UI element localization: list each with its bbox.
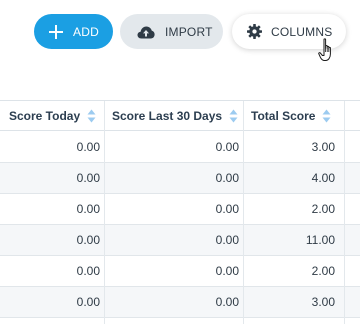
cell-score-today: 0.00 <box>76 264 100 278</box>
cloud-upload-icon <box>137 26 155 38</box>
import-button-label: IMPORT <box>165 24 213 39</box>
add-button-label: ADD <box>73 24 99 39</box>
column-divider <box>243 101 244 324</box>
sort-icon[interactable] <box>87 109 96 123</box>
table-row[interactable]: 0.00 0.00 3.00 <box>0 287 360 318</box>
columns-button-label: COLUMNS <box>271 24 333 39</box>
sort-icon[interactable] <box>229 109 238 123</box>
table-row[interactable]: 0.00 0.00 11.00 <box>0 225 360 256</box>
cell-score-today: 0.00 <box>76 202 100 216</box>
add-button[interactable]: ADD <box>34 14 113 49</box>
column-divider <box>104 101 105 324</box>
plus-icon <box>49 24 63 39</box>
cell-total-score: 11.00 <box>305 233 335 247</box>
cell-score-last-30-days: 0.00 <box>215 171 239 185</box>
table-header-row: Score Today Score Last 30 Days Total Sco… <box>0 101 360 131</box>
column-header-total-score[interactable]: Total Score <box>251 101 331 131</box>
cell-score-today: 0.00 <box>76 233 100 247</box>
cell-score-last-30-days: 0.00 <box>215 264 239 278</box>
column-header-score-today[interactable]: Score Today <box>9 101 96 131</box>
cell-total-score: 3.00 <box>311 295 335 309</box>
hand-pointer-cursor-icon <box>318 38 331 61</box>
cell-score-today: 0.00 <box>76 171 100 185</box>
table-row[interactable]: 0.00 0.00 2.00 <box>0 194 360 225</box>
import-button[interactable]: IMPORT <box>120 14 223 49</box>
toolbar: ADD IMPORT COLUMNS <box>0 0 360 78</box>
table-row[interactable]: 0.00 0.00 2.00 <box>0 256 360 287</box>
table-row[interactable]: 0.00 0.00 4.00 <box>0 163 360 194</box>
cell-total-score: 3.00 <box>311 140 335 154</box>
page: ADD IMPORT COLUMNS Score Today Score Las… <box>0 0 360 324</box>
cell-total-score: 2.00 <box>311 202 335 216</box>
cell-score-today: 0.00 <box>76 140 100 154</box>
sort-icon[interactable] <box>322 109 331 123</box>
gear-icon <box>247 24 262 39</box>
cell-score-last-30-days: 0.00 <box>215 295 239 309</box>
cell-score-today: 0.00 <box>76 295 100 309</box>
column-divider <box>344 101 345 324</box>
cell-score-last-30-days: 0.00 <box>215 202 239 216</box>
cell-score-last-30-days: 0.00 <box>215 233 239 247</box>
cell-total-score: 2.00 <box>311 264 335 278</box>
cell-total-score: 4.00 <box>311 171 335 185</box>
cell-score-last-30-days: 0.00 <box>215 140 239 154</box>
table-row[interactable]: 0.00 0.00 3.00 <box>0 132 360 163</box>
column-header-score-last-30-days[interactable]: Score Last 30 Days <box>112 101 238 131</box>
